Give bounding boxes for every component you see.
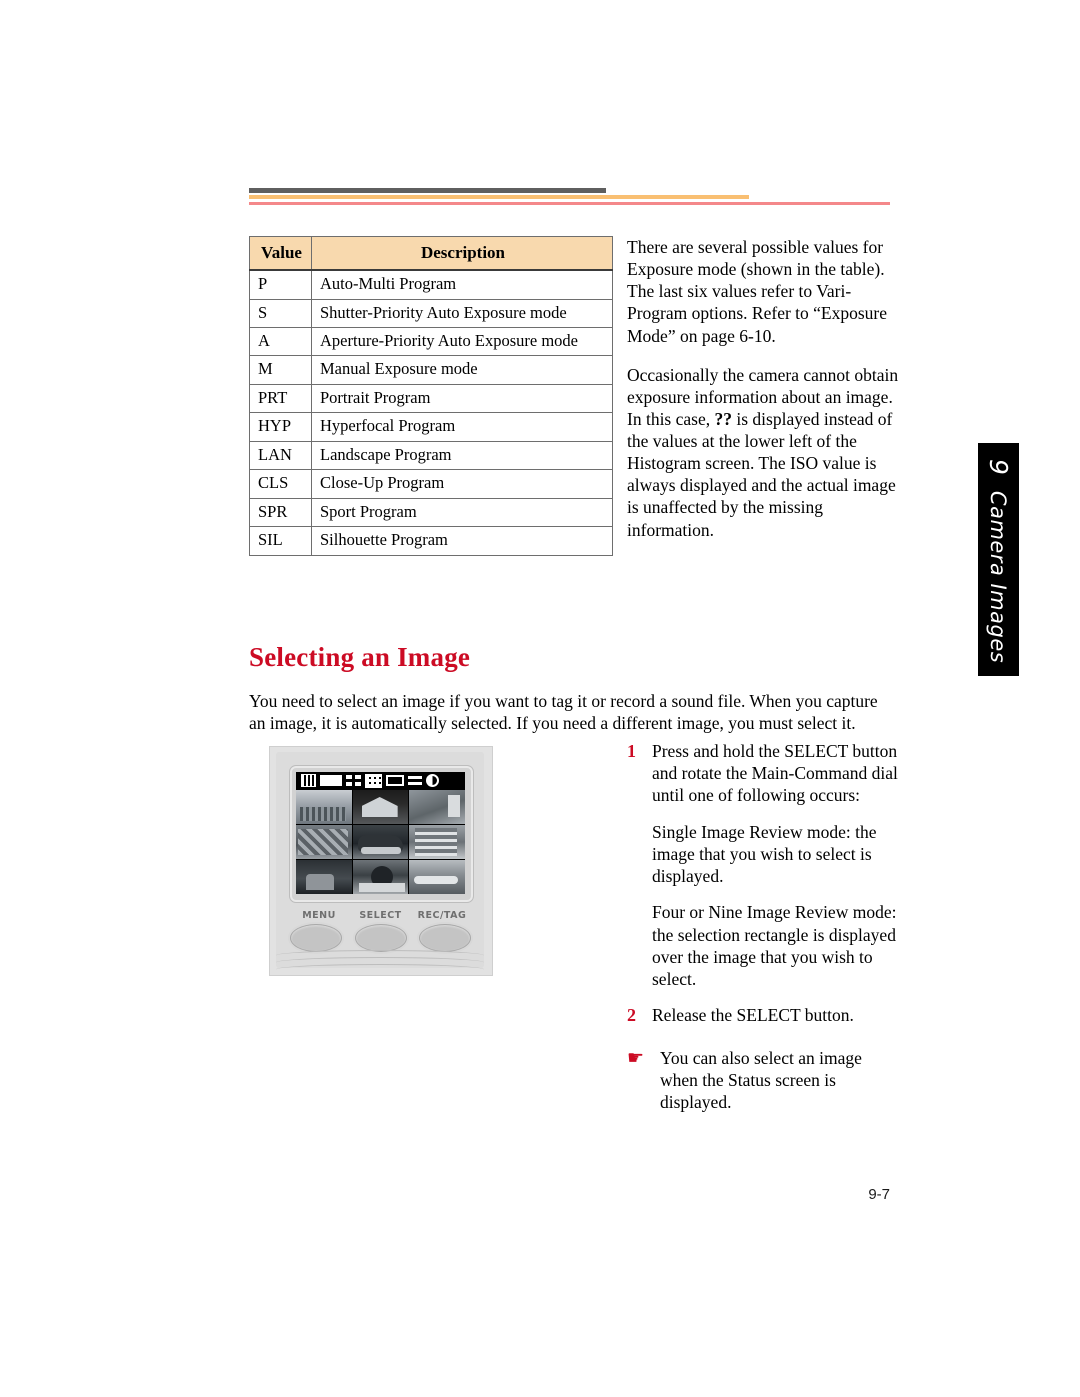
intro-text-column: There are several possible values for Ex… bbox=[627, 236, 899, 558]
cell-value: HYP bbox=[249, 412, 312, 442]
thumbnail bbox=[296, 860, 352, 894]
chapter-side-tab: 9 Camera Images bbox=[978, 443, 1019, 676]
exposure-modes-table-container: Value Description P Auto-Multi Program S Sh… bbox=[249, 236, 614, 556]
thumbnail bbox=[296, 790, 352, 824]
select-button-label: SELECT bbox=[359, 910, 402, 921]
cell-value: SIL bbox=[249, 526, 312, 556]
cell-description: Auto-Multi Program bbox=[311, 269, 613, 300]
folder-icon bbox=[386, 775, 404, 786]
cell-value: LAN bbox=[249, 440, 312, 471]
table-body: P Auto-Multi Program S Shutter-Priority Aut… bbox=[249, 269, 613, 556]
thumbnail bbox=[409, 825, 465, 859]
step-2: 2 Release the SELECT button. bbox=[627, 1004, 902, 1027]
column-header-description: Description bbox=[311, 236, 613, 272]
intro-paragraph-1: There are several possible values for Ex… bbox=[627, 237, 888, 346]
cell-value: SPR bbox=[249, 497, 312, 528]
table-header-row: Value Description bbox=[249, 236, 613, 272]
camera-button-labels: MENU SELECT REC/TAG bbox=[290, 910, 471, 921]
table-row: HYP Hyperfocal Program bbox=[249, 412, 613, 442]
table-row: LAN Landscape Program bbox=[249, 440, 613, 471]
step-1-continuation-single: Single Image Review mode: the image that… bbox=[652, 821, 877, 887]
chapter-title: Camera Images bbox=[986, 490, 1011, 664]
lcd-status-bar bbox=[296, 772, 465, 789]
cell-description: Shutter-Priority Auto Exposure mode bbox=[311, 298, 613, 328]
cell-description: Sport Program bbox=[311, 497, 613, 528]
intro-paragraph-2: Occasionally the camera cannot obtain ex… bbox=[627, 364, 899, 541]
cell-value: CLS bbox=[249, 469, 312, 499]
pointing-hand-icon: ☛ bbox=[627, 1048, 645, 1070]
step-2-text: Release the SELECT button. bbox=[652, 1005, 854, 1026]
camera-body: MENU SELECT REC/TAG bbox=[276, 752, 484, 968]
table-row: PRT Portrait Program bbox=[249, 383, 613, 414]
table-header: Value Description bbox=[249, 236, 613, 272]
chapter-number: 9 bbox=[984, 459, 1013, 475]
cell-description: Manual Exposure mode bbox=[311, 355, 613, 385]
nine-image-review-grid bbox=[296, 790, 465, 894]
menu-button-label: MENU bbox=[302, 910, 336, 921]
cell-description: Landscape Program bbox=[311, 440, 613, 471]
cell-value: A bbox=[249, 326, 312, 357]
cell-description: Close-Up Program bbox=[311, 469, 613, 499]
rectag-button bbox=[419, 924, 471, 952]
cell-value: PRT bbox=[249, 383, 312, 414]
camera-grip-line bbox=[276, 964, 484, 975]
header-rule-red bbox=[249, 202, 890, 205]
cell-value: M bbox=[249, 355, 312, 385]
cell-description: Hyperfocal Program bbox=[311, 412, 613, 442]
thumbnail bbox=[409, 790, 465, 824]
thumbnail bbox=[409, 860, 465, 894]
battery-icon bbox=[426, 774, 439, 787]
cell-description: Silhouette Program bbox=[311, 526, 613, 556]
cell-description: Portrait Program bbox=[311, 383, 613, 414]
table-row: P Auto-Multi Program bbox=[249, 269, 613, 300]
thumbnail bbox=[296, 825, 352, 859]
bars-icon bbox=[408, 775, 422, 786]
thumbnail bbox=[352, 790, 409, 824]
column-header-value: Value bbox=[249, 236, 312, 272]
cell-value: S bbox=[249, 298, 312, 328]
header-rule-orange bbox=[249, 195, 749, 199]
section-intro-paragraph: You need to select an image if you want … bbox=[249, 690, 878, 734]
step-1: 1 Press and hold the SELECT button and r… bbox=[627, 740, 902, 807]
step-1-number: 1 bbox=[627, 741, 636, 761]
select-button bbox=[354, 924, 407, 952]
table-row: SIL Silhouette Program bbox=[249, 526, 613, 556]
camera-illustration: MENU SELECT REC/TAG bbox=[269, 746, 493, 976]
rectag-button-label: REC/TAG bbox=[417, 910, 467, 921]
header-rule-dark bbox=[249, 188, 606, 193]
lcd-bezel bbox=[289, 765, 474, 903]
missing-value-placeholder: ?? bbox=[714, 408, 732, 429]
thumbnail bbox=[352, 860, 409, 894]
blank-screen-icon bbox=[320, 775, 342, 786]
table-row: CLS Close-Up Program bbox=[249, 469, 613, 499]
table-row: M Manual Exposure mode bbox=[249, 355, 613, 385]
exposure-modes-table: Value Description P Auto-Multi Program S Sh… bbox=[249, 236, 613, 556]
note-block: ☛ You can also select an image when the … bbox=[627, 1047, 902, 1114]
note-text: You can also select an image when the St… bbox=[660, 1048, 862, 1113]
page-number: 9-7 bbox=[868, 1186, 890, 1203]
menu-button bbox=[290, 924, 342, 952]
camera-buttons bbox=[290, 924, 471, 952]
table-row: SPR Sport Program bbox=[249, 497, 613, 528]
cell-description: Aperture-Priority Auto Exposure mode bbox=[311, 326, 613, 357]
section-heading: Selecting an Image bbox=[249, 642, 471, 673]
procedure-steps: 1 Press and hold the SELECT button and r… bbox=[627, 740, 902, 1114]
film-icon bbox=[301, 774, 316, 787]
page-header-rules bbox=[0, 0, 1080, 210]
cell-value: P bbox=[249, 269, 312, 300]
step-1-continuation-multi: Four or Nine Image Review mode: the sele… bbox=[652, 902, 897, 989]
chapter-side-tab-inner: 9 Camera Images bbox=[978, 443, 1019, 676]
table-row: A Aperture-Priority Auto Exposure mode bbox=[249, 326, 613, 357]
lcd-screen bbox=[296, 772, 465, 894]
step-1-text: Press and hold the SELECT button and rot… bbox=[652, 741, 898, 806]
table-row: S Shutter-Priority Auto Exposure mode bbox=[249, 298, 613, 328]
step-2-number: 2 bbox=[627, 1005, 636, 1026]
thumbnail bbox=[352, 825, 409, 859]
nine-image-icon bbox=[365, 773, 382, 788]
four-image-icon bbox=[346, 775, 361, 786]
